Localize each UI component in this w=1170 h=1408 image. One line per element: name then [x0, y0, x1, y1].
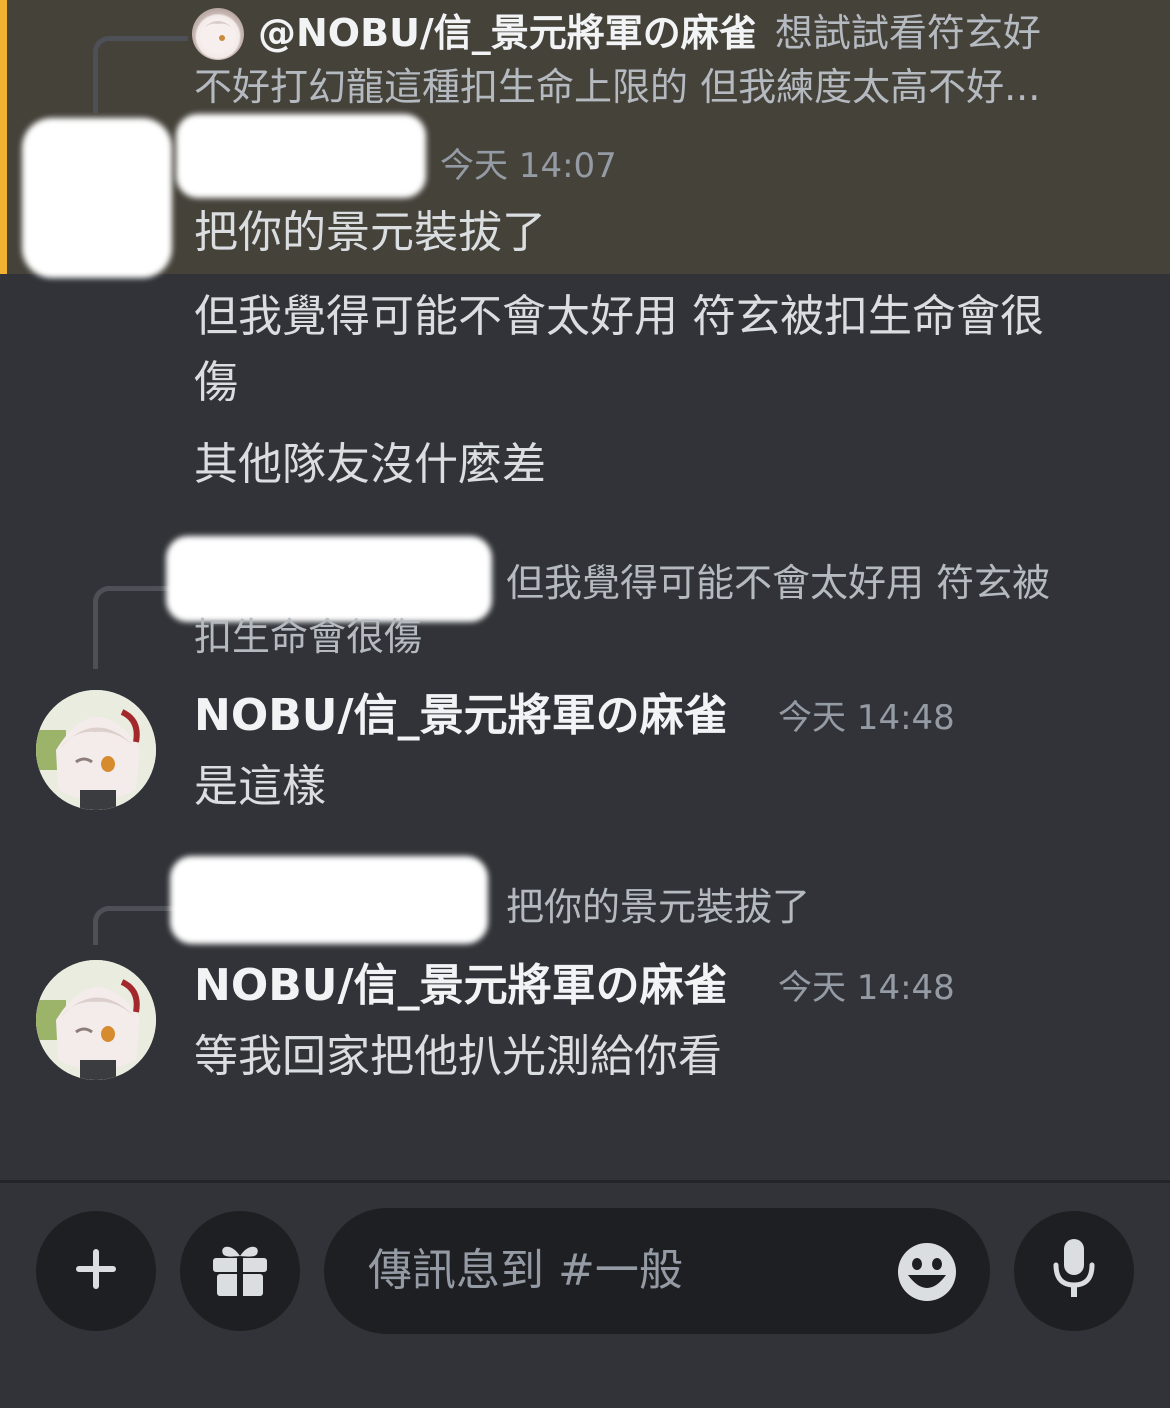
message-author[interactable]: NOBU/信_景元將軍の麻雀 [194, 686, 728, 746]
message-timestamp: 今天 14:48 [778, 698, 955, 738]
message-timestamp: 今天 14:48 [778, 968, 955, 1008]
reply-snippet[interactable]: 扣生命會很傷 [194, 610, 422, 664]
avatar[interactable] [36, 690, 156, 810]
reply-connector [93, 36, 188, 113]
reply-preview-line2[interactable]: 不好打幻龍這種扣生命上限的 但我練度太高不好... [194, 60, 1040, 114]
reply-avatar[interactable] [192, 8, 244, 60]
message-timestamp: 今天 14:07 [440, 146, 617, 186]
message-text: 但我覺得可能不會太好用 符玄被扣生命會很 [194, 291, 1044, 342]
plus-icon [72, 1245, 120, 1297]
gift-icon [209, 1238, 271, 1304]
voice-message-button[interactable] [1014, 1211, 1134, 1331]
add-attachment-button[interactable] [36, 1211, 156, 1331]
gift-button[interactable] [180, 1211, 300, 1331]
reply-author[interactable]: @NOBU/信_景元將軍の麻雀 [258, 11, 757, 55]
redacted-avatar [22, 118, 172, 278]
redacted-reply-author [170, 856, 488, 944]
message-text: 是這樣 [194, 761, 326, 812]
reply-preview-line1[interactable]: @NOBU/信_景元將軍の麻雀 想試試看符玄好 [258, 6, 1041, 60]
message-text: 其他隊友沒什麼差 [194, 439, 546, 490]
reply-snippet[interactable]: 但我覺得可能不會太好用 符玄被 [506, 556, 1050, 610]
message-input[interactable]: 傳訊息到 #一般 [324, 1208, 990, 1334]
reply-snippet: 想試試看符玄好 [774, 11, 1041, 55]
emoji-icon[interactable] [896, 1241, 958, 1307]
mention-indicator-bar [0, 0, 7, 274]
message-author[interactable]: NOBU/信_景元將軍の麻雀 [194, 956, 728, 1016]
message-text: 等我回家把他扒光測給你看 [194, 1031, 722, 1082]
reply-snippet[interactable]: 把你的景元裝拔了 [506, 880, 810, 934]
message-input-placeholder: 傳訊息到 #一般 [368, 1245, 683, 1296]
avatar[interactable] [36, 960, 156, 1080]
redacted-username [176, 114, 426, 198]
message-text: 把你的景元裝拔了 [194, 207, 546, 258]
microphone-icon [1049, 1237, 1099, 1305]
message-text: 傷 [194, 357, 238, 408]
